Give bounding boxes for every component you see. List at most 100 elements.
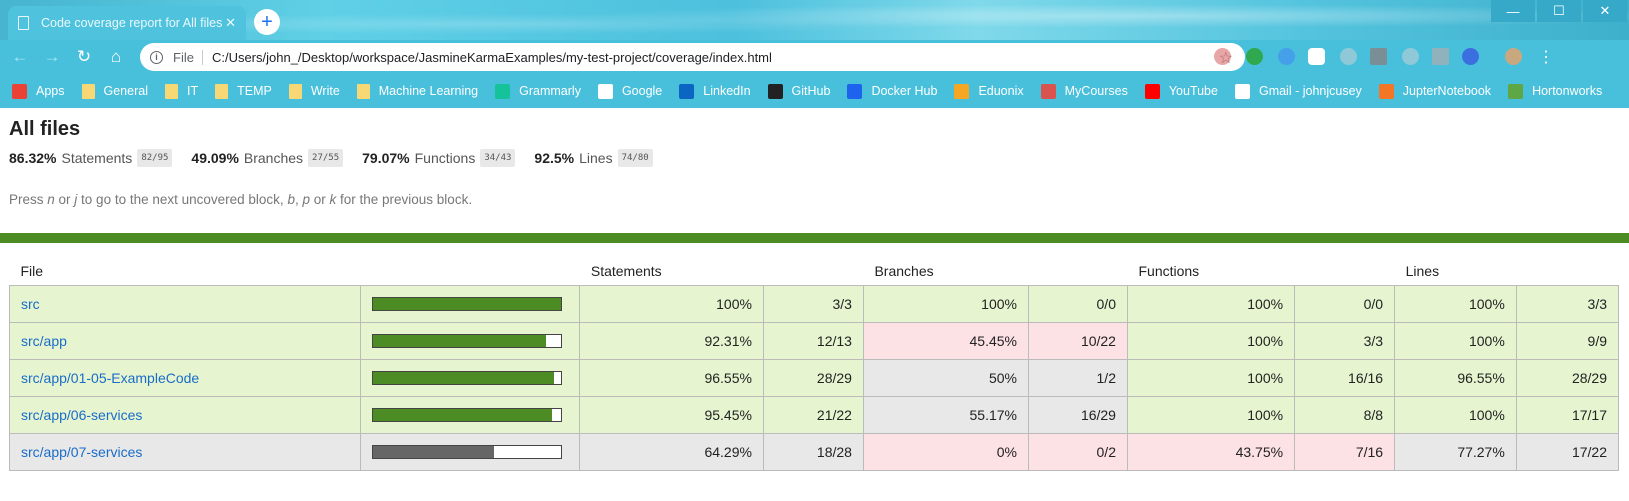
bookmark-item[interactable]: Write [288,83,340,99]
folder-icon [81,83,95,99]
branches-fraction: 10/22 [1027,321,1128,360]
maximize-button[interactable]: ☐ [1537,0,1581,22]
minimize-button[interactable]: — [1491,0,1535,22]
bookmark-item[interactable]: GitHub [767,83,831,99]
bookmark-item[interactable]: Google [597,83,662,99]
coverage-bar [371,444,562,459]
bookmark-item[interactable]: MyCourses [1040,83,1128,99]
mycourses-icon [1040,83,1056,99]
bookmark-item[interactable]: Eduonix [954,83,1024,99]
bookmark-item[interactable]: Docker Hub [847,83,938,99]
bookmark-item[interactable]: Grammarly [495,83,581,99]
bookmark-item[interactable]: Gmail - johnjcusey [1234,83,1362,99]
url-text[interactable]: C:/Users/john_/Desktop/workspace/Jasmine… [212,50,772,65]
lines-fraction: 3/3 [1515,284,1620,323]
bookmark-label: GitHub [791,84,831,98]
bookmark-label: YouTube [1168,84,1218,98]
bookmark-item[interactable]: General [81,83,148,99]
bookmark-label: Gmail - johnjcusey [1258,84,1362,98]
bookmark-item[interactable]: Machine Learning [356,83,479,99]
extension-icon[interactable] [1214,48,1231,65]
forward-button[interactable]: → [36,40,68,74]
extension-icon[interactable] [1462,48,1479,65]
reload-button[interactable]: ↻ [68,40,100,74]
menu-icon[interactable]: ⋮ [1538,47,1554,67]
table-row: src/app/07-services 64.29% 18/28 0% 0/2 43.75… [9,432,1620,471]
summary-percent: 86.32% [9,150,57,166]
functions-header[interactable]: Functions [1127,257,1294,285]
file-link[interactable]: src [21,296,40,312]
home-button[interactable]: ⌂ [100,40,132,74]
statements-fraction: 21/22 [762,395,864,434]
folder-icon [164,83,178,99]
bookmark-label: JupterNotebook [1402,84,1492,98]
functions-pct: 100% [1126,395,1296,434]
new-tab-button[interactable]: + [254,9,280,35]
branches-fraction: 0/2 [1027,432,1128,471]
file-header[interactable]: File [10,257,361,285]
extension-icon[interactable] [1278,48,1295,65]
coverage-bar-cell [359,395,581,434]
profile-avatar[interactable] [1505,48,1522,65]
folder-icon [288,83,302,99]
bookmark-label: Machine Learning [378,84,479,98]
info-icon[interactable]: i [150,50,163,64]
bookmark-item[interactable]: Hortonworks [1508,83,1602,99]
close-window-button[interactable]: ✕ [1583,0,1627,22]
bookmark-item[interactable]: IT [164,83,198,99]
file-link[interactable]: src/app/07-services [21,444,142,460]
branches-fraction: 16/29 [1027,395,1128,434]
coverage-status-line [0,233,1629,243]
file-link[interactable]: src/app/06-services [21,407,142,423]
bookmark-item[interactable]: Apps [12,83,65,99]
youtube-icon [1144,83,1160,99]
summary-label: Statements [61,150,133,166]
summary-fraction: 82/95 [137,149,173,167]
bookmark-item[interactable]: YouTube [1144,83,1218,99]
statements-pct: 92.31% [579,321,764,360]
address-bar[interactable]: i File C:/Users/john_/Desktop/workspace/… [140,43,1245,71]
branches-header[interactable]: Branches [863,257,1028,285]
bookmark-label: Write [310,84,340,98]
extension-icon[interactable] [1246,48,1263,65]
bookmark-item[interactable]: TEMP [215,83,272,99]
summary-label: Branches [243,150,304,166]
extension-icon[interactable] [1308,48,1325,65]
bookmark-label: Apps [36,84,65,98]
browser-tab[interactable]: Code coverage report for All files ✕ [8,6,246,40]
file-link[interactable]: src/app/01-05-ExampleCode [21,370,199,386]
bookmark-item[interactable]: LinkedIn [679,83,751,99]
lines-pct: 100% [1394,321,1517,360]
file-cell: src/app/07-services [9,432,361,471]
google-icon [597,83,613,99]
statements-pct: 95.45% [579,395,764,434]
bookmark-label: Docker Hub [871,84,938,98]
page-title: All files [9,118,81,140]
extension-icon[interactable] [1402,48,1419,65]
folder-icon [215,83,229,99]
summary-percent: 92.5% [534,150,575,166]
lines-pct: 100% [1394,395,1517,434]
file-cell: src/app [9,321,361,360]
functions-pct: 100% [1126,358,1296,397]
extension-icon[interactable] [1432,48,1449,65]
file-link[interactable]: src/app [21,333,67,349]
summary-stats: 86.32% Statements 82/95 49.09% Branches 27/55… [9,149,1620,167]
bookmark-label: MyCourses [1064,84,1128,98]
branches-pct: 100% [862,284,1029,323]
statements-fraction: 28/29 [762,358,864,397]
statements-header[interactable]: Statements [580,257,764,285]
bookmark-item[interactable]: JupterNotebook [1378,83,1492,99]
document-icon [18,16,29,30]
lines-header[interactable]: Lines [1395,257,1517,285]
statements-pct: 64.29% [579,432,764,471]
branches-pct: 55.17% [862,395,1029,434]
extension-icon[interactable] [1370,48,1387,65]
coverage-bar-fill [372,297,561,310]
gmail-icon [1234,83,1250,99]
functions-fraction: 3/3 [1294,321,1396,360]
scheme-label: File [173,49,203,65]
back-button[interactable]: ← [4,40,36,74]
close-tab-icon[interactable]: ✕ [225,15,236,31]
extension-icon[interactable] [1340,48,1357,65]
